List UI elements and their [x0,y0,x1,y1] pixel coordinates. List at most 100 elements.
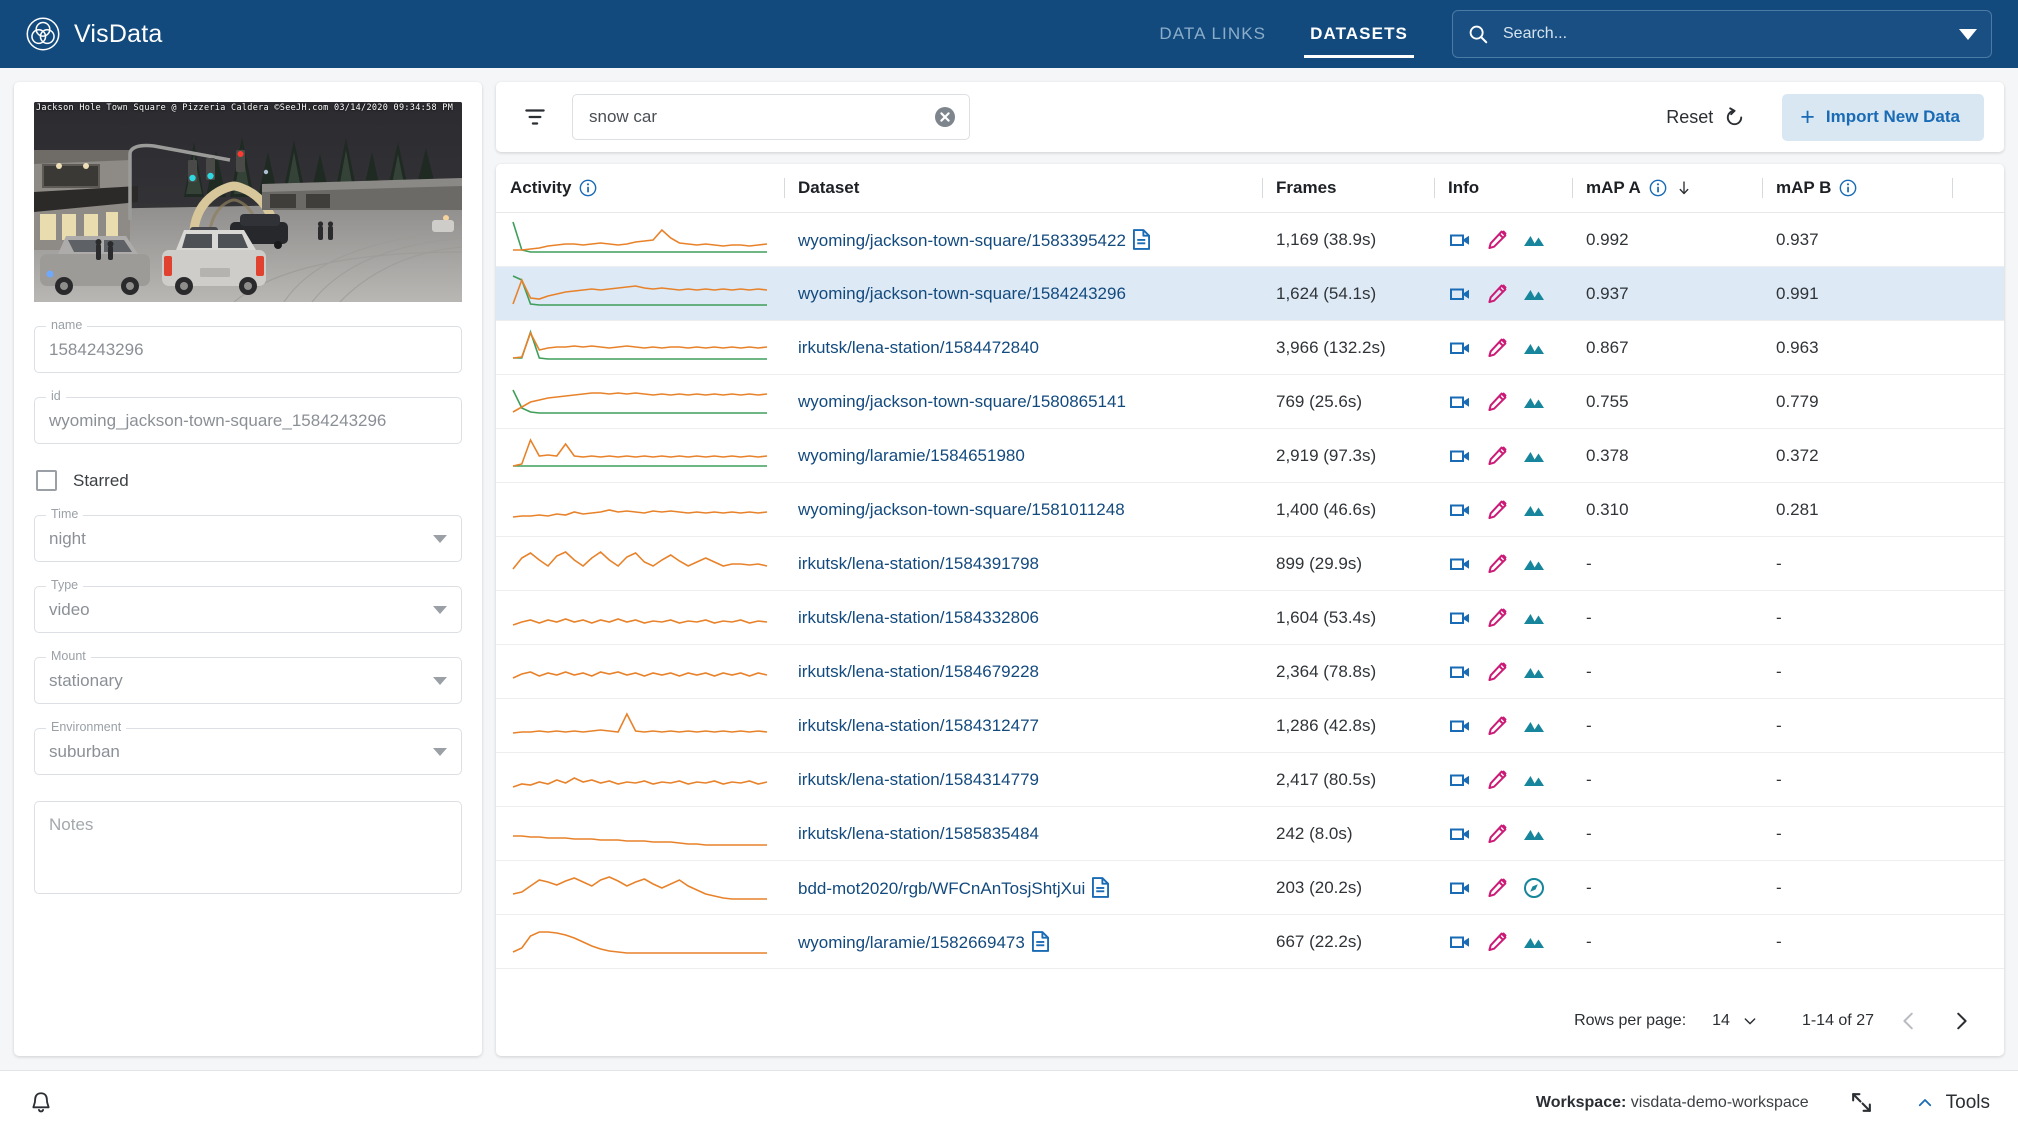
landscape-icon[interactable] [1522,822,1546,846]
landscape-icon[interactable] [1522,660,1546,684]
select-mount[interactable]: Mount stationary [34,649,462,704]
prev-page-button[interactable] [1892,1004,1926,1038]
field-id[interactable]: id wyoming_jackson-town-square_158424329… [34,389,462,444]
table-row[interactable]: irkutsk/lena-station/1584332806 1,604 (53… [496,590,2004,645]
chevron-down-icon[interactable] [433,676,447,685]
table-search-value[interactable]: snow car [589,107,933,127]
edit-pencil-icon[interactable] [1485,444,1509,468]
activity-sparkline[interactable] [510,598,770,638]
table-row[interactable]: bdd-mot2020/rgb/WFCnAnTosjShtjXui 203 (20… [496,860,2004,915]
cell-activity[interactable] [496,374,784,429]
activity-sparkline[interactable] [510,274,770,314]
videocam-icon[interactable] [1448,768,1472,792]
cell-activity[interactable] [496,806,784,861]
cell-dataset[interactable]: bdd-mot2020/rgb/WFCnAnTosjShtjXui [784,860,1262,915]
activity-sparkline[interactable] [510,490,770,530]
dataset-link[interactable]: irkutsk/lena-station/1584679228 [798,662,1039,681]
videocam-icon[interactable] [1448,390,1472,414]
videocam-icon[interactable] [1448,552,1472,576]
starred-checkbox[interactable] [36,470,57,491]
landscape-icon[interactable] [1522,390,1546,414]
cell-dataset[interactable]: wyoming/jackson-town-square/1581011248 [784,482,1262,537]
cell-activity[interactable] [496,536,784,591]
select-type[interactable]: Type video [34,578,462,633]
edit-pencil-icon[interactable] [1485,822,1509,846]
activity-sparkline[interactable] [510,814,770,854]
activity-sparkline[interactable] [510,382,770,422]
dataset-link[interactable]: irkutsk/lena-station/1584332806 [798,608,1039,627]
table-row[interactable]: irkutsk/lena-station/1584314779 2,417 (80… [496,752,2004,807]
cell-dataset[interactable]: wyoming/laramie/1582669473 [784,914,1262,969]
dataset-link[interactable]: wyoming/jackson-town-square/1581011248 [798,500,1125,519]
cell-activity[interactable] [496,428,784,483]
rows-per-page-select[interactable]: 14 [1712,1012,1758,1030]
compass-icon[interactable] [1522,876,1546,900]
next-page-button[interactable] [1944,1004,1978,1038]
edit-pencil-icon[interactable] [1485,768,1509,792]
activity-sparkline[interactable] [510,922,770,962]
filter-icon[interactable] [522,104,548,130]
column-header-map-a[interactable]: mAP A [1572,164,1762,213]
edit-pencil-icon[interactable] [1485,282,1509,306]
landscape-icon[interactable] [1522,336,1546,360]
videocam-icon[interactable] [1448,660,1472,684]
videocam-icon[interactable] [1448,714,1472,738]
reset-button[interactable]: Reset [1666,106,1746,129]
chevron-down-icon[interactable] [433,747,447,756]
videocam-icon[interactable] [1448,876,1472,900]
videocam-icon[interactable] [1448,822,1472,846]
edit-pencil-icon[interactable] [1485,228,1509,252]
videocam-icon[interactable] [1448,444,1472,468]
cell-activity[interactable] [496,752,784,807]
cell-dataset[interactable]: irkutsk/lena-station/1584312477 [784,698,1262,753]
edit-pencil-icon[interactable] [1485,660,1509,684]
info-icon[interactable] [1838,178,1858,198]
activity-sparkline[interactable] [510,652,770,692]
edit-pencil-icon[interactable] [1485,336,1509,360]
edit-pencil-icon[interactable] [1485,930,1509,954]
landscape-icon[interactable] [1522,498,1546,522]
cell-activity[interactable] [496,914,784,969]
cell-dataset[interactable]: wyoming/jackson-town-square/1583395422 [784,212,1262,267]
tools-button[interactable]: Tools [1916,1092,1990,1114]
column-header-frames[interactable]: Frames [1262,164,1434,213]
landscape-icon[interactable] [1522,444,1546,468]
cell-activity[interactable] [496,320,784,375]
videocam-icon[interactable] [1448,282,1472,306]
cell-dataset[interactable]: wyoming/jackson-town-square/1584243296 [784,266,1262,321]
cell-activity[interactable] [496,644,784,699]
table-row[interactable]: irkutsk/lena-station/1585835484 242 (8.0s… [496,806,2004,861]
table-row[interactable]: wyoming/laramie/1582669473 667 (22.2s) - - [496,914,2004,969]
cell-dataset[interactable]: irkutsk/lena-station/1585835484 [784,806,1262,861]
global-search[interactable] [1452,10,1992,58]
cell-activity[interactable] [496,860,784,915]
landscape-icon[interactable] [1522,714,1546,738]
table-row[interactable]: wyoming/jackson-town-square/1581011248 1,… [496,482,2004,537]
cell-dataset[interactable]: irkutsk/lena-station/1584332806 [784,590,1262,645]
brand[interactable]: VisData [26,17,163,51]
document-icon[interactable] [1132,228,1150,250]
activity-sparkline[interactable] [510,868,770,908]
dataset-link[interactable]: wyoming/laramie/1584651980 [798,446,1025,465]
select-time[interactable]: Time night [34,507,462,562]
sort-descending-icon[interactable] [1675,179,1693,197]
expand-icon[interactable] [1849,1090,1874,1115]
dataset-link[interactable]: wyoming/laramie/1582669473 [798,933,1025,952]
videocam-icon[interactable] [1448,498,1472,522]
table-row[interactable]: irkutsk/lena-station/1584312477 1,286 (42… [496,698,2004,753]
cell-dataset[interactable]: irkutsk/lena-station/1584472840 [784,320,1262,375]
landscape-icon[interactable] [1522,228,1546,252]
dataset-link[interactable]: bdd-mot2020/rgb/WFCnAnTosjShtjXui [798,879,1085,898]
table-row[interactable]: irkutsk/lena-station/1584679228 2,364 (78… [496,644,2004,699]
landscape-icon[interactable] [1522,606,1546,630]
table-row[interactable]: wyoming/jackson-town-square/1583395422 1,… [496,212,2004,267]
search-input[interactable] [1501,24,1947,44]
dataset-link[interactable]: irkutsk/lena-station/1584391798 [798,554,1039,573]
table-row[interactable]: irkutsk/lena-station/1584391798 899 (29.9… [496,536,2004,591]
chevron-down-icon[interactable] [433,534,447,543]
starred-checkbox-row[interactable]: Starred [34,470,462,491]
column-header-info[interactable]: Info [1434,164,1572,213]
edit-pencil-icon[interactable] [1485,606,1509,630]
cell-activity[interactable] [496,698,784,753]
activity-sparkline[interactable] [510,706,770,746]
